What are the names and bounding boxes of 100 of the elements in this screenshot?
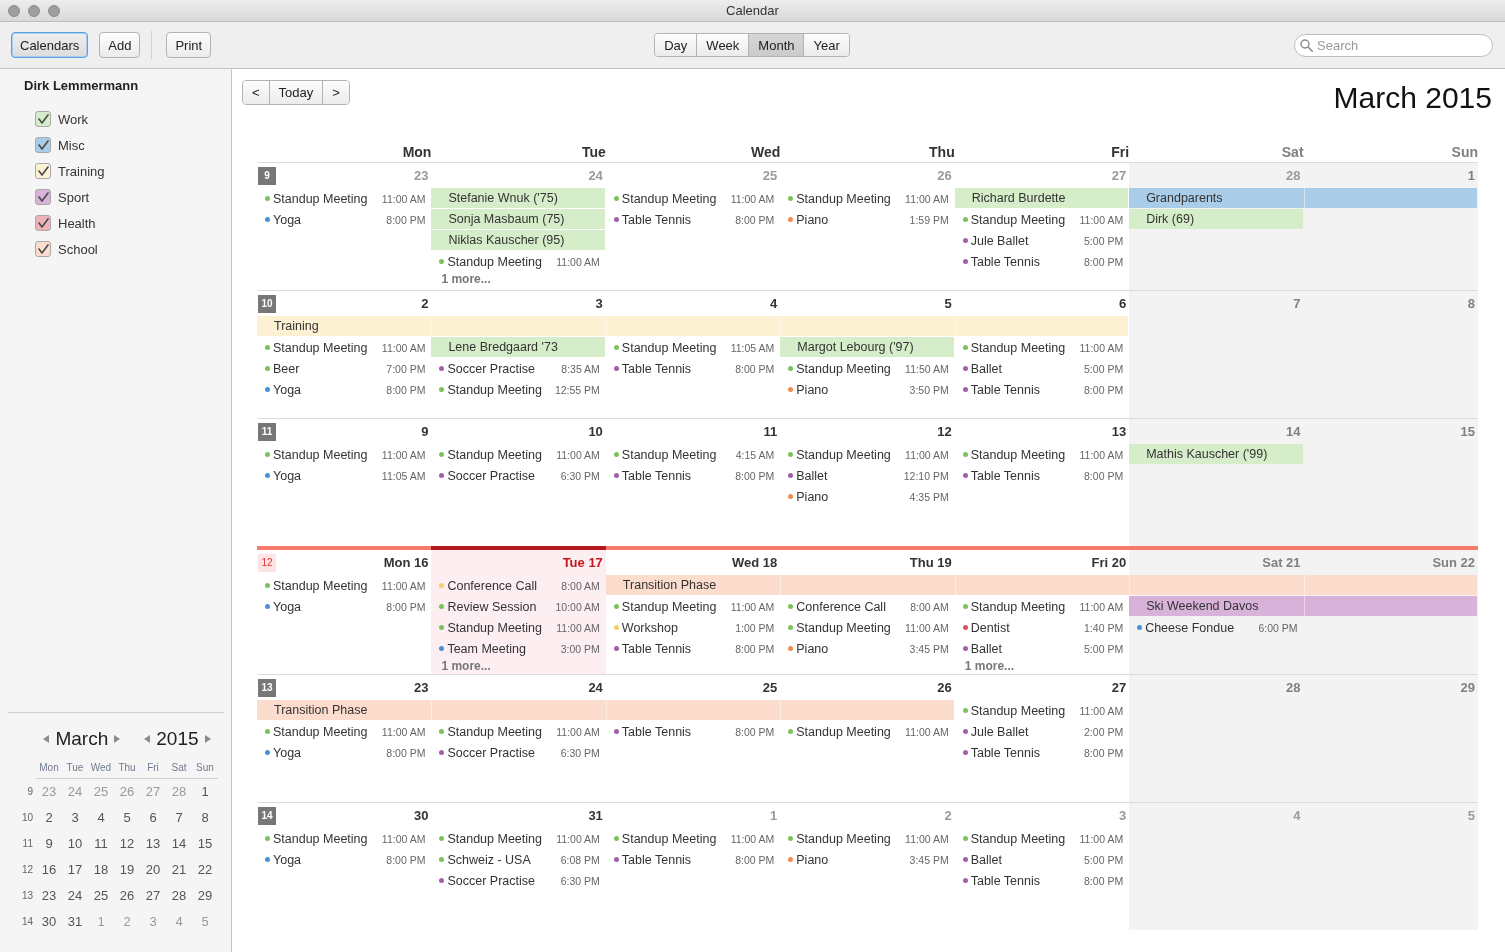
mini-calendar-day[interactable]: 10 [67, 831, 83, 857]
mini-calendar-day[interactable]: 5 [123, 805, 131, 831]
mini-calendar-day[interactable]: 31 [67, 909, 83, 935]
event-title[interactable]: Standup Meeting [621, 340, 717, 355]
event-title[interactable]: Table Tennis [621, 724, 692, 739]
event-title[interactable]: Jule Ballet [970, 724, 1029, 739]
event-title[interactable]: Standup Meeting [970, 599, 1066, 614]
event-title[interactable]: Standup Meeting [796, 724, 891, 739]
event-title[interactable]: Yoga [273, 599, 302, 614]
mini-calendar-day[interactable]: 4 [97, 805, 105, 831]
all-day-event[interactable]: Dirk (69) [1129, 209, 1303, 229]
event-title[interactable]: Standup Meeting [970, 212, 1066, 227]
event-title[interactable]: Standup Meeting [273, 724, 368, 739]
event-title[interactable]: Dentist [970, 620, 1010, 635]
mini-calendar-day[interactable]: 25 [93, 883, 109, 909]
event-title[interactable]: Standup Meeting [273, 578, 368, 593]
all-day-event[interactable]: Training [257, 316, 432, 336]
event-title[interactable]: Yoga [273, 745, 302, 760]
mini-calendar-day[interactable]: 30 [41, 909, 57, 935]
event-title[interactable]: Table Tennis [621, 468, 692, 483]
window-control-icon[interactable] [48, 4, 60, 17]
event-title[interactable]: Standup Meeting [447, 724, 542, 739]
event-title[interactable]: Table Tennis [621, 361, 692, 376]
event-title[interactable]: Review Session [447, 599, 537, 614]
event-title[interactable]: Standup Meeting [621, 831, 717, 846]
mini-calendar-day[interactable]: 3 [71, 805, 79, 831]
window-control-icon[interactable] [28, 4, 40, 17]
event-title[interactable]: Standup Meeting [970, 340, 1066, 355]
mini-calendar-day[interactable]: 26 [119, 883, 135, 909]
mini-calendar-day[interactable]: 15 [197, 831, 213, 857]
more-link[interactable]: 1 more... [441, 272, 491, 286]
all-day-event[interactable]: Lene Bredgaard '73 [431, 337, 605, 357]
caret-left-icon[interactable] [43, 735, 50, 743]
mini-calendar-day[interactable]: 2 [45, 805, 53, 831]
checkbox[interactable] [35, 215, 51, 231]
event-title[interactable]: Conference Call [796, 599, 886, 614]
event-title[interactable]: Standup Meeting [970, 831, 1066, 846]
event-title[interactable]: Standup Meeting [273, 191, 368, 206]
mini-calendar-day[interactable]: 11 [94, 831, 108, 857]
mini-calendar-day[interactable]: 29 [197, 883, 213, 909]
event-title[interactable]: Standup Meeting [273, 447, 368, 462]
event-title[interactable]: Team Meeting [447, 641, 526, 656]
all-day-event[interactable]: Mathis Kauscher ('99) [1129, 444, 1303, 464]
checkbox[interactable] [35, 189, 51, 205]
event-title[interactable]: Ballet [970, 852, 1002, 867]
event-title[interactable]: Ballet [796, 468, 828, 483]
toolbar-button[interactable]: Print [166, 32, 212, 58]
event-title[interactable]: Workshop [621, 620, 678, 635]
event-title[interactable]: Soccer Practise [447, 468, 535, 483]
event-title[interactable]: Standup Meeting [970, 703, 1066, 718]
mini-calendar-day[interactable]: 1 [201, 779, 209, 805]
caret-right-icon[interactable] [204, 735, 211, 743]
toolbar-button[interactable]: Calendars [11, 32, 89, 58]
mini-calendar-day[interactable]: 22 [197, 857, 213, 883]
all-day-event[interactable]: Grandparents [1129, 188, 1304, 208]
mini-calendar-day[interactable]: 16 [41, 857, 57, 883]
view-tab[interactable]: Year [803, 34, 849, 56]
checkbox[interactable] [35, 241, 51, 257]
event-title[interactable]: Standup Meeting [447, 447, 542, 462]
event-title[interactable]: Yoga [273, 468, 302, 483]
view-tab[interactable]: Week [696, 34, 749, 56]
nav-button[interactable]: < [243, 81, 269, 104]
more-link[interactable]: 1 more... [964, 659, 1015, 673]
event-title[interactable]: Jule Ballet [970, 233, 1029, 248]
event-title[interactable]: Piano [796, 852, 829, 867]
caret-left-icon[interactable] [144, 735, 151, 743]
mini-calendar-day[interactable]: 8 [201, 805, 209, 831]
event-title[interactable]: Standup Meeting [796, 191, 891, 206]
event-title[interactable]: Standup Meeting [970, 447, 1066, 462]
window-control-icon[interactable] [8, 4, 20, 17]
event-title[interactable]: Table Tennis [970, 745, 1040, 760]
event-title[interactable]: Table Tennis [970, 254, 1040, 269]
event-title[interactable]: Schweiz - USA [447, 852, 531, 867]
checkbox[interactable] [35, 163, 51, 179]
nav-button[interactable]: > [322, 81, 349, 104]
event-title[interactable]: Piano [796, 489, 829, 504]
event-title[interactable]: Cheese Fondue [1145, 620, 1235, 635]
event-title[interactable]: Soccer Practise [447, 745, 535, 760]
all-day-event[interactable]: Niklas Kauscher (95) [431, 230, 605, 250]
mini-calendar-day[interactable]: 19 [119, 857, 135, 883]
all-day-event[interactable]: Richard Burdette [954, 188, 1129, 208]
mini-calendar-day[interactable]: 12 [119, 831, 135, 857]
event-title[interactable]: Standup Meeting [447, 382, 542, 397]
event-title[interactable]: Standup Meeting [621, 599, 717, 614]
mini-calendar-day[interactable]: 24 [67, 883, 83, 909]
event-title[interactable]: Standup Meeting [621, 191, 717, 206]
event-title[interactable]: Yoga [273, 212, 302, 227]
mini-calendar-day[interactable]: 27 [145, 883, 161, 909]
event-title[interactable]: Standup Meeting [273, 340, 368, 355]
event-title[interactable]: Conference Call [447, 578, 538, 593]
event-title[interactable]: Standup Meeting [621, 447, 717, 462]
event-title[interactable]: Table Tennis [621, 852, 692, 867]
event-title[interactable]: Ballet [970, 641, 1002, 656]
event-title[interactable]: Standup Meeting [796, 620, 891, 635]
all-day-event[interactable]: Margot Lebourg ('97) [780, 337, 954, 357]
event-title[interactable]: Piano [796, 382, 829, 397]
toolbar-button[interactable]: Add [99, 32, 141, 58]
mini-calendar-day[interactable]: 6 [149, 805, 157, 831]
event-title[interactable]: Piano [796, 212, 829, 227]
mini-calendar-day[interactable]: 18 [93, 857, 109, 883]
